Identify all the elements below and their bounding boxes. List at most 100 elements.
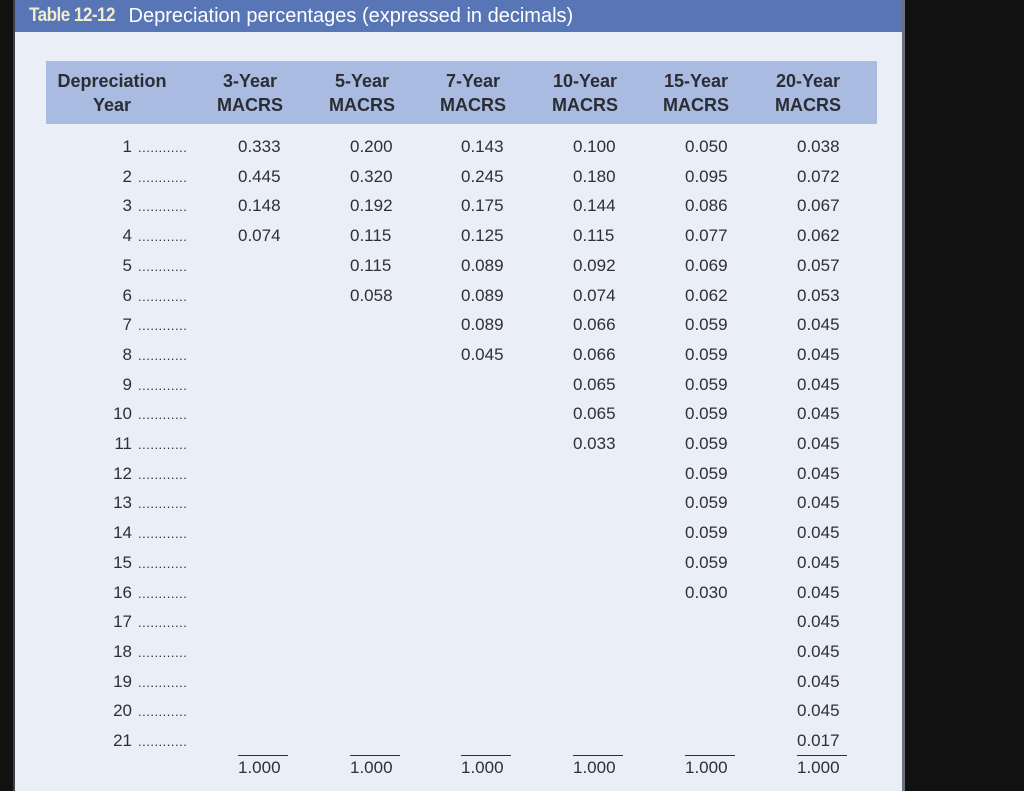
year-cell: 2............ xyxy=(102,167,187,188)
year-number: 9 xyxy=(122,374,132,394)
year-cell: 16............ xyxy=(102,583,187,604)
year-cell: 4............ xyxy=(102,226,187,247)
year-number: 3 xyxy=(122,196,132,216)
value-cell: 0.092 xyxy=(573,255,616,275)
year-cell: 12............ xyxy=(102,464,187,485)
value-cell: 0.045 xyxy=(797,404,840,424)
value-cell: 0.059 xyxy=(685,344,728,364)
value-cell: 0.059 xyxy=(685,523,728,543)
value-cell: 0.059 xyxy=(685,493,728,513)
leader-dots: ............ xyxy=(138,496,188,512)
value-cell: 0.045 xyxy=(797,374,840,394)
year-number: 16 xyxy=(113,582,132,602)
value-cell: 0.115 xyxy=(350,226,392,246)
year-cell: 13............ xyxy=(102,493,187,514)
value-cell: 0.245 xyxy=(461,166,504,186)
leader-dots: ............ xyxy=(138,318,188,334)
value-cell: 0.125 xyxy=(461,226,504,246)
year-number: 19 xyxy=(113,671,132,691)
leader-dots: ............ xyxy=(138,644,188,660)
value-cell: 0.065 xyxy=(573,404,616,424)
year-number: 5 xyxy=(122,255,132,275)
value-cell: 0.143 xyxy=(461,137,504,156)
value-cell: 0.200 xyxy=(350,137,393,156)
value-cell: 0.057 xyxy=(797,255,840,275)
title-bar: Table 12-12 Depreciation percentages (ex… xyxy=(15,0,902,32)
year-cell: 5............ xyxy=(102,256,187,277)
table-number: Table 12-12 xyxy=(29,5,115,26)
value-cell: 0.045 xyxy=(797,701,840,721)
year-number: 8 xyxy=(122,344,132,364)
year-cell: 7............ xyxy=(102,315,187,336)
value-cell: 0.069 xyxy=(685,255,728,275)
value-cell: 0.115 xyxy=(573,226,615,246)
value-cell: 0.059 xyxy=(685,315,728,335)
value-cell: 0.045 xyxy=(797,552,840,572)
value-cell: 0.175 xyxy=(461,196,504,216)
year-cell: 3............ xyxy=(102,196,187,217)
value-cell: 0.074 xyxy=(573,285,616,305)
table-title: Depreciation percentages (expressed in d… xyxy=(128,4,574,27)
year-cell: 15............ xyxy=(102,553,187,574)
value-cell: 0.045 xyxy=(797,671,840,691)
column-total: 1.000 xyxy=(573,755,623,778)
leader-dots: ............ xyxy=(138,615,188,631)
value-cell: 0.077 xyxy=(685,226,728,246)
value-cell: 0.045 xyxy=(797,582,840,602)
value-cell: 0.089 xyxy=(461,285,504,305)
value-cell: 0.045 xyxy=(797,641,840,661)
column-header-line2: MACRS xyxy=(775,95,841,115)
value-cell: 0.100 xyxy=(573,137,616,156)
value-cell: 0.095 xyxy=(685,166,728,186)
value-cell: 0.038 xyxy=(797,137,840,156)
value-cell: 0.144 xyxy=(573,196,616,216)
value-cell: 0.065 xyxy=(573,374,616,394)
value-cell: 0.050 xyxy=(685,137,728,156)
leader-dots: ............ xyxy=(138,437,188,452)
value-cell: 0.066 xyxy=(573,344,616,364)
leader-dots: ............ xyxy=(138,466,188,482)
year-number: 15 xyxy=(113,552,132,572)
value-cell: 0.045 xyxy=(797,344,840,364)
leader-dots: ............ xyxy=(138,377,188,393)
year-number: 14 xyxy=(113,523,132,543)
year-number: 4 xyxy=(122,226,132,246)
value-cell: 0.066 xyxy=(573,315,616,335)
value-cell: 0.062 xyxy=(797,226,840,246)
year-cell: 21............ xyxy=(102,731,187,752)
year-cell: 1............ xyxy=(102,137,187,158)
year-number: 18 xyxy=(113,641,132,661)
value-cell: 0.445 xyxy=(238,166,281,186)
column-header-line1: Depreciation xyxy=(57,71,167,91)
leader-dots: ............ xyxy=(138,347,188,363)
leader-dots: ............ xyxy=(138,674,188,690)
value-cell: 0.045 xyxy=(797,315,840,335)
year-number: 10 xyxy=(113,404,132,424)
value-cell: 0.045 xyxy=(797,463,840,483)
leader-dots: ............ xyxy=(138,526,188,542)
value-cell: 0.045 xyxy=(797,612,840,632)
value-cell: 0.030 xyxy=(685,582,728,602)
value-cell: 0.033 xyxy=(573,434,616,453)
value-cell: 0.067 xyxy=(797,196,840,216)
column-header-line2: Year xyxy=(92,95,132,115)
column-header: Depreciation Year xyxy=(37,69,187,117)
value-cell: 0.089 xyxy=(461,255,504,275)
column-total: 1.000 xyxy=(350,755,400,778)
year-cell: 10............ xyxy=(102,404,187,425)
year-number: 1 xyxy=(122,137,132,156)
year-number: 7 xyxy=(122,315,132,335)
year-cell: 9............ xyxy=(102,375,187,396)
year-number: 13 xyxy=(113,493,132,513)
value-cell: 0.062 xyxy=(685,285,728,305)
value-cell: 0.058 xyxy=(350,285,393,305)
leader-dots: ............ xyxy=(138,229,188,245)
leader-dots: ............ xyxy=(138,734,188,749)
column-total: 1.000 xyxy=(797,755,847,778)
year-cell: 20............ xyxy=(102,701,187,722)
year-number: 11 xyxy=(114,434,132,453)
leader-dots: ............ xyxy=(138,555,188,571)
table-panel: Table 12-12 Depreciation percentages (ex… xyxy=(13,0,905,791)
value-cell: 0.320 xyxy=(350,166,393,186)
value-cell: 0.333 xyxy=(238,137,281,156)
